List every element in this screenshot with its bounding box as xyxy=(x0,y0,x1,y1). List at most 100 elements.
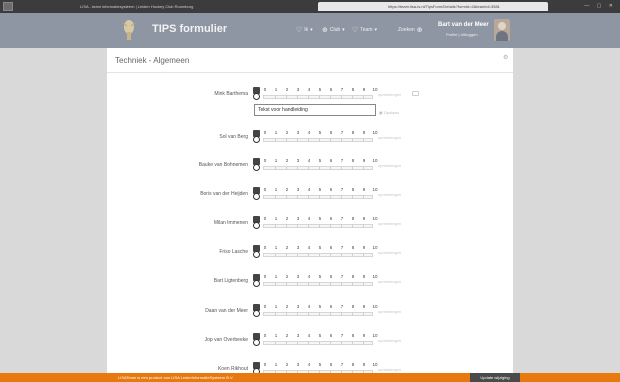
slider-handle[interactable] xyxy=(253,187,260,201)
comment-link[interactable]: opmerkingen xyxy=(378,338,401,343)
rating-slider[interactable] xyxy=(263,282,373,286)
window-controls[interactable]: — ▢ ✕ xyxy=(584,3,616,9)
slider-handle[interactable] xyxy=(253,304,260,318)
scale-label[interactable]: 10 xyxy=(372,216,377,221)
scale-label[interactable]: 10 xyxy=(372,274,377,279)
scale-label[interactable]: 2 xyxy=(286,87,289,92)
scale-label[interactable]: 9 xyxy=(363,187,366,192)
scale-label[interactable]: 7 xyxy=(341,362,344,367)
scale-label[interactable]: 3 xyxy=(297,158,300,163)
scale-label[interactable]: 5 xyxy=(319,158,322,163)
logout-link[interactable]: Uitloggen xyxy=(461,32,478,37)
scale-label[interactable]: 0 xyxy=(264,187,267,192)
scale-label[interactable]: 0 xyxy=(264,130,267,135)
scale-label[interactable]: 3 xyxy=(297,304,300,309)
rating-slider[interactable] xyxy=(263,341,373,345)
scale-label[interactable]: 2 xyxy=(286,130,289,135)
scale-label[interactable]: 5 xyxy=(319,87,322,92)
scale-label[interactable]: 4 xyxy=(308,158,311,163)
scale-label[interactable]: 8 xyxy=(352,333,355,338)
scale-label[interactable]: 2 xyxy=(286,274,289,279)
scale-label[interactable]: 3 xyxy=(297,362,300,367)
scale-label[interactable]: 8 xyxy=(352,158,355,163)
scale-label[interactable]: 0 xyxy=(264,245,267,250)
scale-label[interactable]: 5 xyxy=(319,333,322,338)
scale-label[interactable]: 1 xyxy=(275,158,278,163)
scale-label[interactable]: 1 xyxy=(275,216,278,221)
rating-slider[interactable] xyxy=(263,253,373,257)
comment-link[interactable]: opmerkingen xyxy=(378,279,401,284)
scale-label[interactable]: 1 xyxy=(275,333,278,338)
scale-label[interactable]: 6 xyxy=(330,130,333,135)
scale-label[interactable]: 0 xyxy=(264,362,267,367)
rating-slider[interactable] xyxy=(263,166,373,170)
scale-label[interactable]: 9 xyxy=(363,362,366,367)
scale-label[interactable]: 10 xyxy=(372,158,377,163)
scale-label[interactable]: 3 xyxy=(297,216,300,221)
note-input[interactable]: Tekst voor handleiding xyxy=(254,104,376,116)
scale-label[interactable]: 9 xyxy=(363,216,366,221)
scale-label[interactable]: 4 xyxy=(308,187,311,192)
scale-label[interactable]: 3 xyxy=(297,130,300,135)
scale-label[interactable]: 9 xyxy=(363,158,366,163)
scale-label[interactable]: 4 xyxy=(308,130,311,135)
scale-label[interactable]: 8 xyxy=(352,187,355,192)
scale-label[interactable]: 6 xyxy=(330,274,333,279)
scale-label[interactable]: 3 xyxy=(297,245,300,250)
scale-label[interactable]: 6 xyxy=(330,187,333,192)
scale-label[interactable]: 1 xyxy=(275,304,278,309)
comment-link[interactable]: opmerkingen xyxy=(378,192,401,197)
scale-label[interactable]: 7 xyxy=(341,130,344,135)
rating-slider[interactable] xyxy=(263,195,373,199)
scale-label[interactable]: 7 xyxy=(341,158,344,163)
scale-label[interactable]: 10 xyxy=(372,362,377,367)
scale-label[interactable]: 9 xyxy=(363,333,366,338)
scale-label[interactable]: 5 xyxy=(319,362,322,367)
scale-label[interactable]: 1 xyxy=(275,130,278,135)
scale-label[interactable]: 9 xyxy=(363,130,366,135)
scale-label[interactable]: 3 xyxy=(297,187,300,192)
rating-slider[interactable] xyxy=(263,312,373,316)
scale-label[interactable]: 1 xyxy=(275,274,278,279)
scale-label[interactable]: 2 xyxy=(286,333,289,338)
address-bar[interactable]: https://team.lisa-is.nl/TipsForm/Details… xyxy=(318,2,548,11)
scale-label[interactable]: 1 xyxy=(275,362,278,367)
update-button[interactable]: Update wijziging xyxy=(470,373,520,382)
scale-label[interactable]: 6 xyxy=(330,87,333,92)
nav-search[interactable]: Zoeken ⊕ xyxy=(398,26,423,34)
nav-team[interactable]: ♡ Team ▾ xyxy=(352,26,377,34)
scale-label[interactable]: 0 xyxy=(264,274,267,279)
rating-slider[interactable] xyxy=(263,138,373,142)
scale-label[interactable]: 6 xyxy=(330,245,333,250)
scale-label[interactable]: 7 xyxy=(341,333,344,338)
scale-label[interactable]: 1 xyxy=(275,245,278,250)
scale-label[interactable]: 3 xyxy=(297,274,300,279)
nav-club[interactable]: ⊕ Club ▾ xyxy=(322,26,345,34)
scale-label[interactable]: 7 xyxy=(341,87,344,92)
scale-label[interactable]: 8 xyxy=(352,362,355,367)
scale-label[interactable]: 9 xyxy=(363,87,366,92)
comment-link[interactable]: opmerkingen xyxy=(378,92,401,97)
scale-label[interactable]: 4 xyxy=(308,333,311,338)
comment-link[interactable]: opmerkingen xyxy=(378,309,401,314)
scale-label[interactable]: 4 xyxy=(308,216,311,221)
scale-label[interactable]: 6 xyxy=(330,362,333,367)
scale-label[interactable]: 2 xyxy=(286,187,289,192)
scale-label[interactable]: 7 xyxy=(341,187,344,192)
scale-label[interactable]: 7 xyxy=(341,216,344,221)
scale-label[interactable]: 8 xyxy=(352,274,355,279)
scale-label[interactable]: 10 xyxy=(372,187,377,192)
scale-label[interactable]: 0 xyxy=(264,158,267,163)
scale-label[interactable]: 9 xyxy=(363,274,366,279)
scale-label[interactable]: 2 xyxy=(286,362,289,367)
slider-handle[interactable] xyxy=(253,333,260,347)
browser-tab[interactable]: LISA - team informatiesysteem | Leiden H… xyxy=(80,2,310,11)
scale-label[interactable]: 8 xyxy=(352,130,355,135)
scale-label[interactable]: 1 xyxy=(275,187,278,192)
scale-label[interactable]: 9 xyxy=(363,245,366,250)
scale-label[interactable]: 5 xyxy=(319,274,322,279)
slider-handle[interactable] xyxy=(253,158,260,172)
scale-label[interactable]: 10 xyxy=(372,87,377,92)
scale-label[interactable]: 5 xyxy=(319,245,322,250)
avatar[interactable] xyxy=(494,19,510,41)
